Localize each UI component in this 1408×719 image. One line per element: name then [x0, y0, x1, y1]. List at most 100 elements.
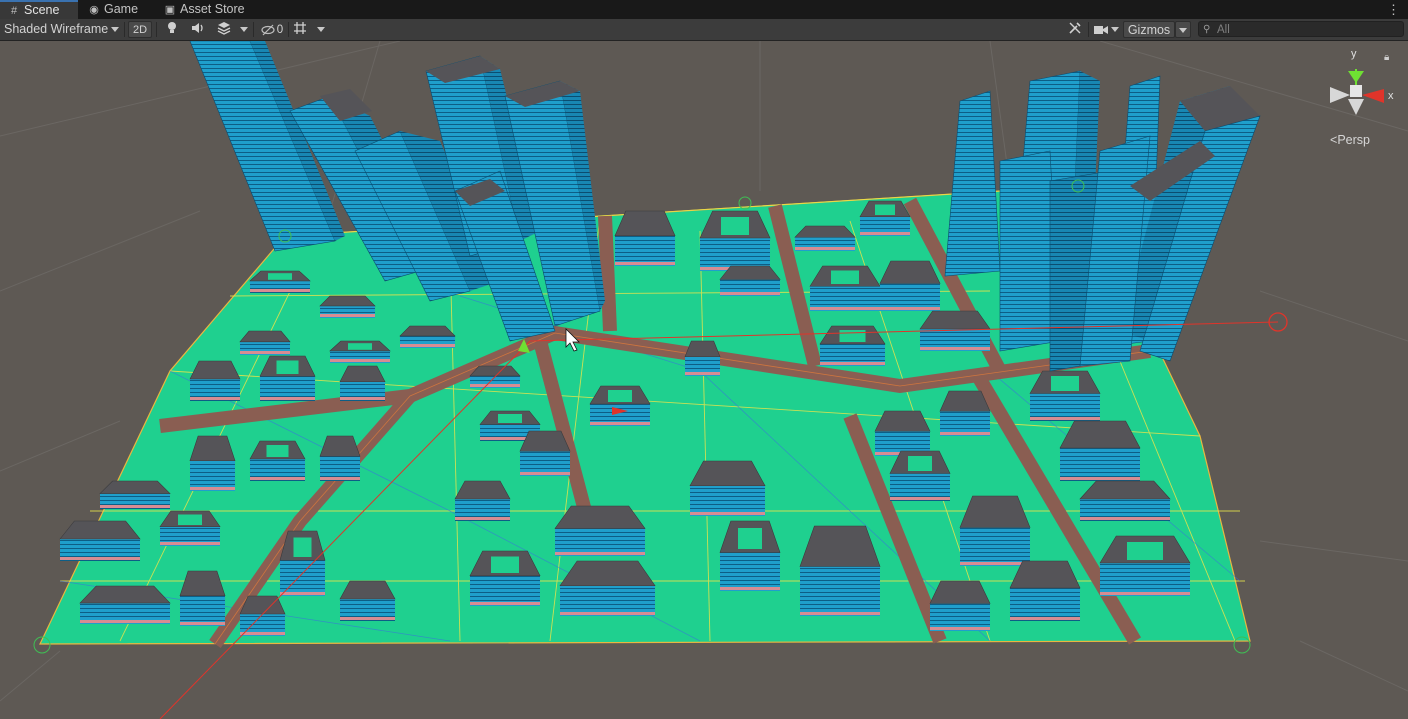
- building-roof: [939, 390, 991, 412]
- building-roof: [99, 480, 171, 494]
- building-base-band: [455, 517, 510, 520]
- building-base-band: [190, 487, 235, 490]
- building-roof: [919, 310, 991, 330]
- tab-game-label: Game: [104, 2, 139, 16]
- gizmos-label: Gizmos: [1127, 23, 1171, 37]
- building-base-band: [240, 632, 285, 635]
- chevron-down-icon: [1110, 27, 1119, 33]
- building-base-band: [890, 497, 950, 500]
- search-icon: ⚲: [1203, 24, 1211, 35]
- building-facade: [800, 566, 880, 616]
- building-courtyard: [276, 360, 299, 374]
- building-roof: [719, 265, 781, 280]
- toolbar-divider: [156, 22, 157, 37]
- building-base-band: [400, 344, 455, 347]
- toggle-2d-button[interactable]: 2D: [128, 21, 152, 38]
- building-roof: [239, 330, 291, 343]
- building-base-band: [820, 362, 885, 365]
- draw-mode-label: Shaded Wireframe: [4, 22, 109, 36]
- building-base-band: [940, 432, 990, 435]
- building-roof: [399, 325, 456, 337]
- building-base-band: [320, 477, 360, 480]
- search-placeholder: All: [1217, 24, 1230, 36]
- building-roof: [874, 410, 931, 432]
- lock-icon[interactable]: 🔒︎: [1384, 52, 1389, 63]
- lighting-toggle[interactable]: [162, 21, 182, 38]
- toolbar-divider: [124, 22, 125, 37]
- building-courtyard: [1051, 376, 1079, 391]
- building-base-band: [470, 384, 520, 387]
- tools-button[interactable]: [1066, 21, 1084, 38]
- building-courtyard: [348, 343, 372, 350]
- gizmos-button[interactable]: Gizmos: [1123, 21, 1175, 38]
- building-base-band: [250, 477, 305, 480]
- building-facade: [1100, 563, 1190, 596]
- effects-dropdown[interactable]: [238, 21, 250, 38]
- speaker-icon: [192, 23, 203, 33]
- toggle-2d-label: 2D: [132, 24, 148, 36]
- building-roof: [189, 360, 241, 380]
- tab-scene-label: Scene: [24, 3, 60, 17]
- building-roof: [519, 430, 571, 452]
- scene-visibility-toggle[interactable]: 0: [258, 21, 286, 38]
- more-options-icon[interactable]: ⋮: [1387, 0, 1400, 19]
- building-facade: [615, 235, 675, 266]
- building-base-band: [320, 314, 375, 317]
- building-base-band: [250, 289, 310, 292]
- building-base-band: [560, 612, 655, 615]
- building-roof: [189, 435, 236, 462]
- building-courtyard: [839, 330, 866, 342]
- hierarchy-search-input[interactable]: ⚲ All: [1198, 21, 1404, 37]
- scene-view-canvas[interactable]: [0, 41, 1408, 719]
- orientation-gizmo[interactable]: [1330, 69, 1384, 115]
- building-base-band: [685, 372, 720, 375]
- building-roof: [59, 520, 141, 540]
- building-courtyard: [908, 456, 932, 471]
- building-base-band: [280, 592, 325, 595]
- building-courtyard: [738, 528, 762, 549]
- building-facade: [180, 595, 225, 626]
- building-roof: [929, 580, 991, 604]
- building-roof: [794, 225, 856, 238]
- chevron-down-icon: [317, 27, 325, 33]
- building-base-band: [590, 422, 650, 425]
- building-roof: [319, 435, 361, 457]
- audio-toggle[interactable]: [188, 21, 208, 38]
- hidden-objects-count: 0: [276, 24, 284, 36]
- building-base-band: [520, 472, 570, 475]
- eye-slash-icon: [261, 24, 275, 36]
- grid-toggle[interactable]: [291, 21, 309, 38]
- tab-game[interactable]: ◉ Game: [80, 0, 160, 19]
- building-base-band: [1100, 592, 1190, 595]
- building-roof: [79, 585, 171, 604]
- projection-toggle[interactable]: <Persp: [1330, 133, 1370, 147]
- building-roof: [1079, 480, 1171, 500]
- building-base-band: [810, 307, 880, 310]
- scene-viewport[interactable]: y x 🔒︎ <Persp: [0, 41, 1408, 719]
- building-courtyard: [498, 414, 522, 423]
- building-base-band: [1060, 477, 1140, 480]
- building-base-band: [260, 397, 315, 400]
- building-base-band: [190, 397, 240, 400]
- tab-asset-store[interactable]: ▣ Asset Store: [156, 0, 256, 19]
- building-facade: [1030, 393, 1100, 421]
- tab-asset-store-label: Asset Store: [180, 2, 245, 16]
- building-base-band: [860, 232, 910, 235]
- building-facade: [880, 283, 940, 311]
- bag-icon: ▣: [164, 4, 176, 16]
- hash-icon: #: [10, 5, 18, 17]
- building-base-band: [470, 602, 540, 605]
- building-base-band: [960, 562, 1030, 565]
- grid-dropdown[interactable]: [314, 21, 328, 38]
- building-courtyard: [875, 204, 895, 215]
- building-base-band: [795, 247, 855, 250]
- effects-toggle[interactable]: [214, 21, 234, 38]
- camera-settings-dropdown[interactable]: [1092, 21, 1120, 38]
- scene-toolbar: Shaded Wireframe 2D 0 Gizmos ⚲ All: [0, 19, 1408, 41]
- building-base-band: [615, 262, 675, 265]
- tab-scene[interactable]: # Scene: [0, 0, 78, 19]
- draw-mode-dropdown[interactable]: Shaded Wireframe: [4, 21, 120, 38]
- gizmo-x-label: x: [1388, 90, 1394, 102]
- gizmos-dropdown[interactable]: [1175, 21, 1191, 38]
- projection-label: Persp: [1337, 133, 1370, 147]
